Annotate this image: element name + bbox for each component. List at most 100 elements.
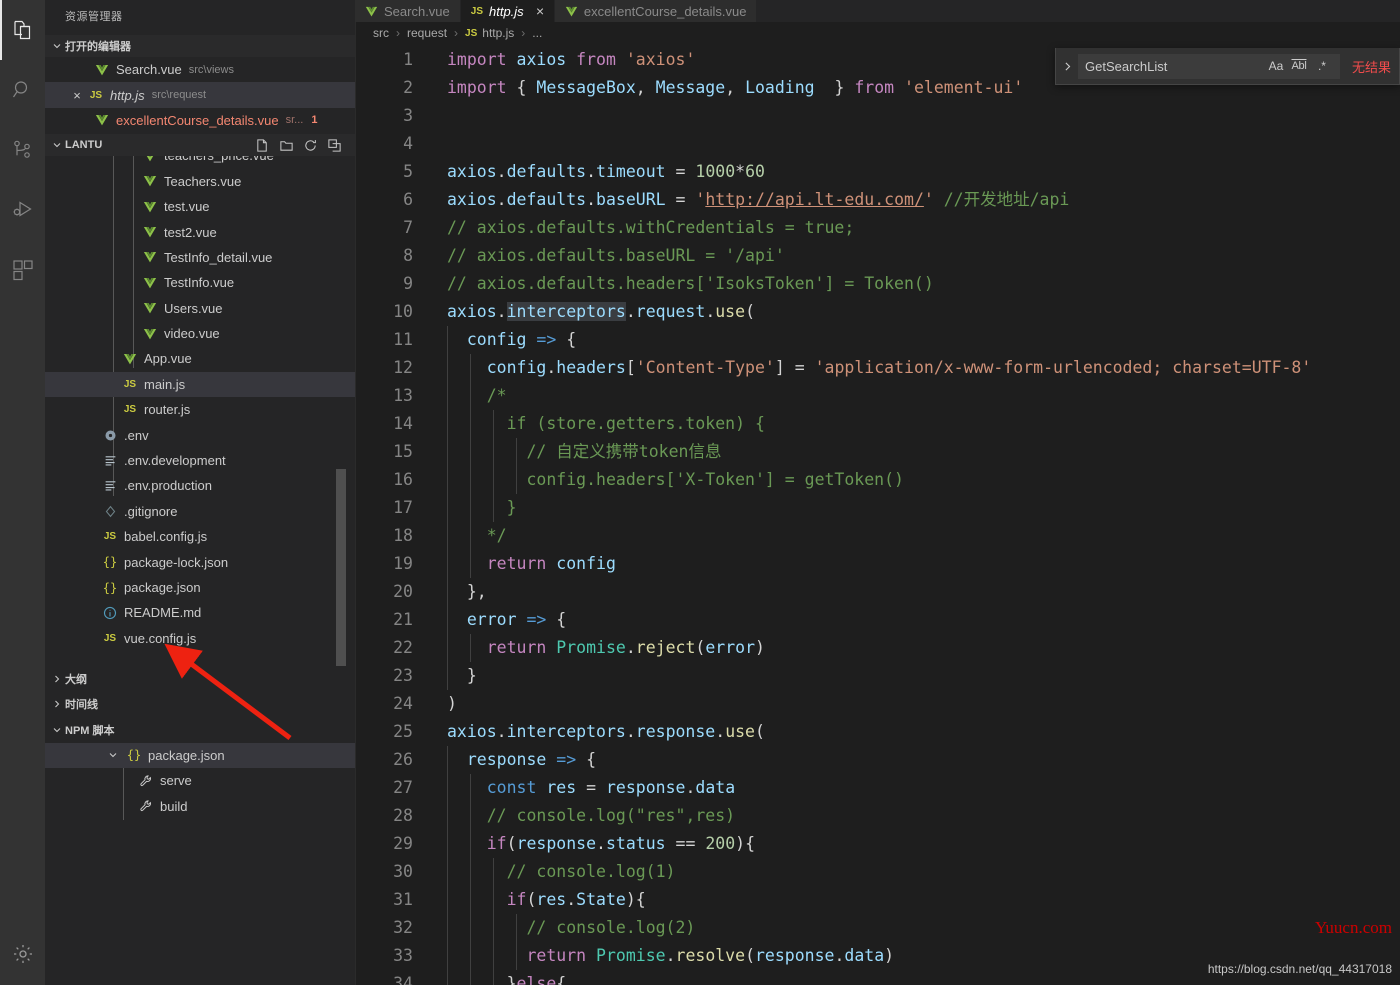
- code-line[interactable]: ): [447, 690, 1400, 718]
- code-line[interactable]: // console.log("res",res): [447, 802, 1400, 830]
- code-line[interactable]: if (store.getters.token) {: [447, 410, 1400, 438]
- activity-explorer-icon[interactable]: [0, 0, 45, 60]
- file-tree-item--env[interactable]: .env: [45, 422, 355, 447]
- timeline-section-header[interactable]: 时间线: [45, 691, 355, 718]
- file-tree-item-vue-config-js[interactable]: JS vue.config.js: [45, 626, 355, 651]
- npm-script-serve[interactable]: serve: [45, 768, 355, 793]
- close-icon[interactable]: ×: [67, 88, 87, 103]
- code-line[interactable]: }: [447, 494, 1400, 522]
- code-line[interactable]: error => {: [447, 606, 1400, 634]
- activity-extensions-icon[interactable]: [0, 240, 45, 300]
- refresh-icon[interactable]: [299, 135, 321, 155]
- collapse-all-icon[interactable]: [323, 135, 345, 155]
- tab-search-vue[interactable]: Search.vue: [355, 0, 461, 22]
- npm-script-build[interactable]: build: [45, 793, 355, 818]
- file-tree-item-readme-md[interactable]: README.md: [45, 600, 355, 625]
- code-editor[interactable]: 1 import axios from 'axios' 2 import { Mess…: [355, 44, 1400, 985]
- breadcrumb-item-request[interactable]: request: [407, 26, 447, 40]
- open-editor-http-js[interactable]: × JS http.js src\request: [45, 82, 355, 108]
- new-file-icon[interactable]: [251, 135, 273, 155]
- file-tree-item-test-vue[interactable]: test.vue: [45, 194, 355, 219]
- open-editor-excellentcourse-details-vue[interactable]: excellentCourse_details.vue sr... 1: [45, 108, 355, 133]
- tab-excellentcourse-details-vue[interactable]: excellentCourse_details.vue: [554, 0, 758, 22]
- code-line[interactable]: const res = response.data: [447, 774, 1400, 802]
- file-tree-item-testinfo-vue[interactable]: TestInfo.vue: [45, 270, 355, 295]
- code-line[interactable]: return config: [447, 550, 1400, 578]
- file-tree-item-users-vue[interactable]: Users.vue: [45, 296, 355, 321]
- code-line[interactable]: axios.defaults.timeout = 1000*60: [447, 158, 1400, 186]
- file-tree-item-main-js[interactable]: JS main.js: [45, 371, 355, 398]
- code-line[interactable]: // console.log(2): [447, 914, 1400, 942]
- code-line[interactable]: // axios.defaults.headers['IsoksToken'] …: [447, 270, 1400, 298]
- find-query: GetSearchList: [1085, 58, 1168, 74]
- match-whole-word-toggle[interactable]: Abl: [1288, 56, 1310, 76]
- tab-close-icon[interactable]: ×: [536, 4, 544, 18]
- line-number: 32: [393, 918, 413, 937]
- code-line[interactable]: return Promise.reject(error): [447, 634, 1400, 662]
- code-line[interactable]: config => {: [447, 326, 1400, 354]
- file-name: .env.development: [124, 453, 226, 469]
- outline-section-header[interactable]: 大纲: [45, 666, 355, 692]
- breadcrumb-item-src[interactable]: src: [373, 26, 389, 40]
- code-line[interactable]: if(res.State){: [447, 886, 1400, 914]
- vue-icon: [141, 276, 159, 290]
- file-tree-item-teachers_price-vue[interactable]: teachers_price.vue: [45, 156, 355, 168]
- tab-http-js[interactable]: JS http.js ×: [460, 0, 555, 22]
- open-editors-section-header[interactable]: 打开的编辑器: [45, 35, 355, 57]
- find-input[interactable]: GetSearchList Aa Abl .*: [1078, 53, 1340, 79]
- file-tree-item-test2-vue[interactable]: test2.vue: [45, 219, 355, 244]
- activity-search-icon[interactable]: [0, 60, 45, 120]
- line-number: 31: [393, 890, 413, 909]
- breadcrumb-item-symbol[interactable]: ...: [532, 26, 542, 40]
- code-line[interactable]: [447, 130, 1400, 158]
- breadcrumb-item-file[interactable]: http.js: [482, 26, 514, 40]
- file-tree-item-testinfo_detail-vue[interactable]: TestInfo_detail.vue: [45, 245, 355, 270]
- file-tree-item-teachers-vue[interactable]: Teachers.vue: [45, 169, 355, 194]
- file-tree-item-app-vue[interactable]: App.vue: [45, 346, 355, 371]
- code-line[interactable]: axios.interceptors.response.use(: [447, 718, 1400, 746]
- line-number: 22: [393, 638, 413, 657]
- file-tree-item--env-production[interactable]: .env.production: [45, 473, 355, 498]
- line-number: 17: [393, 498, 413, 517]
- new-folder-icon[interactable]: [275, 135, 297, 155]
- code-line[interactable]: */: [447, 522, 1400, 550]
- vue-icon: [141, 174, 159, 188]
- activity-run-debug-icon[interactable]: [0, 180, 45, 240]
- code-line[interactable]: response => {: [447, 746, 1400, 774]
- code-line[interactable]: /*: [447, 382, 1400, 410]
- chevron-down-icon[interactable]: [105, 747, 121, 763]
- code-line[interactable]: axios.interceptors.request.use(: [447, 298, 1400, 326]
- code-line[interactable]: // axios.defaults.withCredentials = true…: [447, 214, 1400, 242]
- code-line[interactable]: [447, 102, 1400, 130]
- npm-scripts-section-header[interactable]: NPM 脚本: [45, 717, 355, 743]
- file-tree-item-package-lock-json[interactable]: {} package-lock.json: [45, 549, 355, 574]
- toggle-replace-chevron-right-icon[interactable]: [1056, 60, 1078, 73]
- file-tree-item-router-js[interactable]: JS router.js: [45, 397, 355, 422]
- code-line[interactable]: if(response.status == 200){: [447, 830, 1400, 858]
- file-tree-item--gitignore[interactable]: .gitignore: [45, 499, 355, 524]
- npm-package-json-row[interactable]: {} package.json: [45, 742, 355, 769]
- code-line[interactable]: config.headers['X-Token'] = getToken(): [447, 466, 1400, 494]
- file-tree-item-package-json[interactable]: {} package.json: [45, 575, 355, 600]
- file-tree-item-babel-config-js[interactable]: JS babel.config.js: [45, 524, 355, 549]
- line-number: 9: [403, 274, 413, 293]
- use-regex-toggle[interactable]: .*: [1311, 56, 1333, 76]
- file-tree-item-video-vue[interactable]: video.vue: [45, 321, 355, 346]
- activity-source-control-icon[interactable]: [0, 120, 45, 180]
- code-line[interactable]: axios.defaults.baseURL = 'http://api.lt-…: [447, 186, 1400, 214]
- code-line[interactable]: // 自定义携带token信息: [447, 438, 1400, 466]
- code-line[interactable]: config.headers['Content-Type'] = 'applic…: [447, 354, 1400, 382]
- line-number: 10: [393, 302, 413, 321]
- code-line[interactable]: },: [447, 578, 1400, 606]
- open-editor-search-vue[interactable]: Search.vue src\views: [45, 57, 355, 82]
- open-editor-name: excellentCourse_details.vue: [116, 112, 279, 128]
- code-line[interactable]: // console.log(1): [447, 858, 1400, 886]
- file-tree-item--env-development[interactable]: .env.development: [45, 448, 355, 473]
- project-section-header[interactable]: LANTU: [45, 134, 355, 157]
- json-icon: {}: [126, 748, 142, 763]
- code-line[interactable]: }: [447, 662, 1400, 690]
- code-line[interactable]: // axios.defaults.baseURL = '/api': [447, 242, 1400, 270]
- manage-gear-icon[interactable]: [0, 923, 45, 985]
- match-case-toggle[interactable]: Aa: [1265, 56, 1287, 76]
- sidebar-scrollbar[interactable]: [336, 469, 346, 667]
